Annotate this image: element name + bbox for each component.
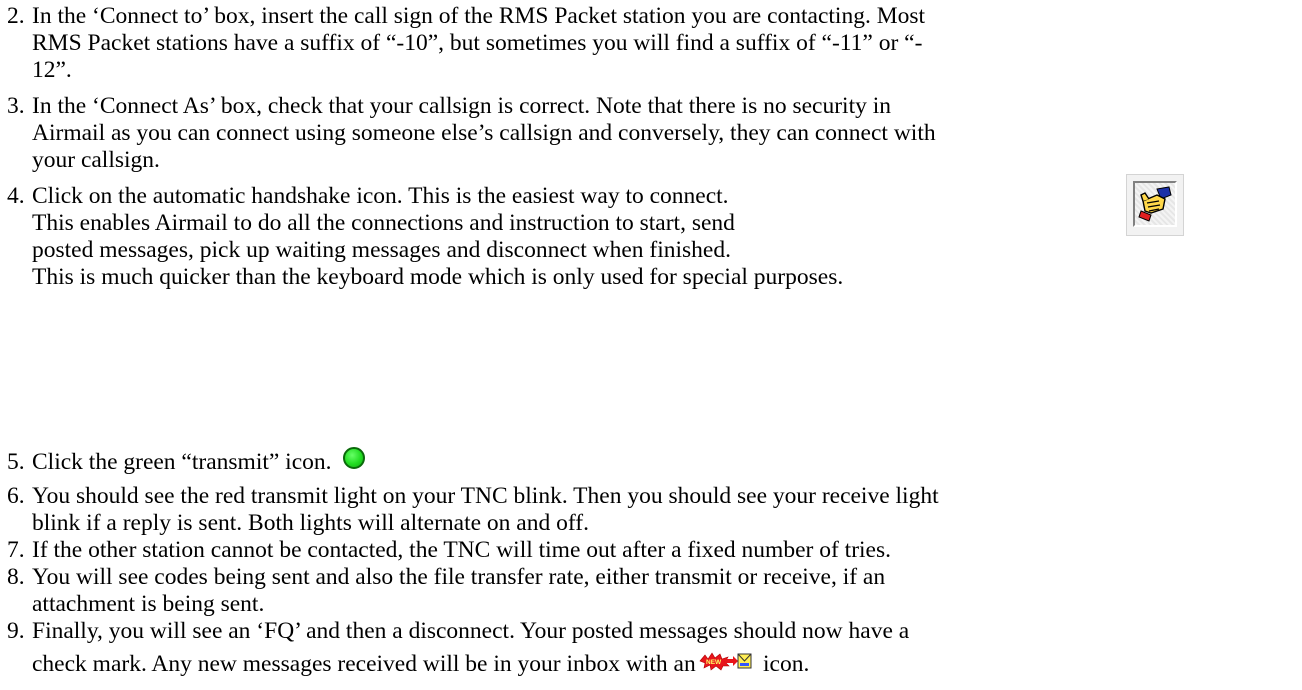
list-text-line: blink if a reply is sent. Both lights wi…: [32, 510, 589, 536]
list-number: 9.: [7, 618, 25, 644]
list-text-line: Airmail as you can connect using someone…: [32, 120, 936, 146]
handshake-icon-frame: [1133, 181, 1177, 227]
list-text-line: You will see codes being sent and also t…: [32, 564, 886, 590]
list-text-line: In the ‘Connect to’ box, insert the call…: [32, 3, 926, 29]
list-number: 7.: [7, 537, 25, 563]
list-text-line: icon.: [763, 651, 810, 677]
handshake-glyph: [1138, 186, 1172, 222]
list-text-line: 12”.: [32, 57, 72, 83]
list-text-line: You should see the red transmit light on…: [32, 483, 939, 509]
list-text-line: posted messages, pick up waiting message…: [32, 237, 731, 263]
list-text-line: Click the green “transmit” icon.: [32, 449, 332, 475]
list-number: 3.: [7, 93, 25, 119]
list-text-line: This is much quicker than the keyboard m…: [32, 264, 844, 290]
new-message-glyph: NEW: [699, 652, 752, 671]
list-text-line: your callsign.: [32, 147, 160, 173]
list-number: 4.: [7, 183, 25, 209]
green-transmit-icon: [343, 447, 365, 469]
list-text-line: In the ‘Connect As’ box, check that your…: [32, 93, 892, 119]
list-number: 6.: [7, 483, 25, 509]
list-text-line: RMS Packet stations have a suffix of “-1…: [32, 30, 923, 56]
list-text-line: attachment is being sent.: [32, 591, 265, 617]
new-badge-text: NEW: [706, 659, 722, 666]
list-text-line: If the other station cannot be contacted…: [32, 537, 892, 563]
list-number: 5.: [7, 449, 25, 475]
handshake-icon: [1126, 174, 1184, 236]
list-number: 2.: [7, 3, 25, 29]
list-text-line: check mark. Any new messages received wi…: [32, 651, 696, 677]
list-text-line: Finally, you will see an ‘FQ’ and then a…: [32, 618, 910, 644]
new-message-icon: NEW: [698, 651, 752, 671]
list-text-line: This enables Airmail to do all the conne…: [32, 210, 735, 236]
list-number: 8.: [7, 564, 25, 590]
list-text-line: Click on the automatic handshake icon. T…: [32, 183, 729, 209]
